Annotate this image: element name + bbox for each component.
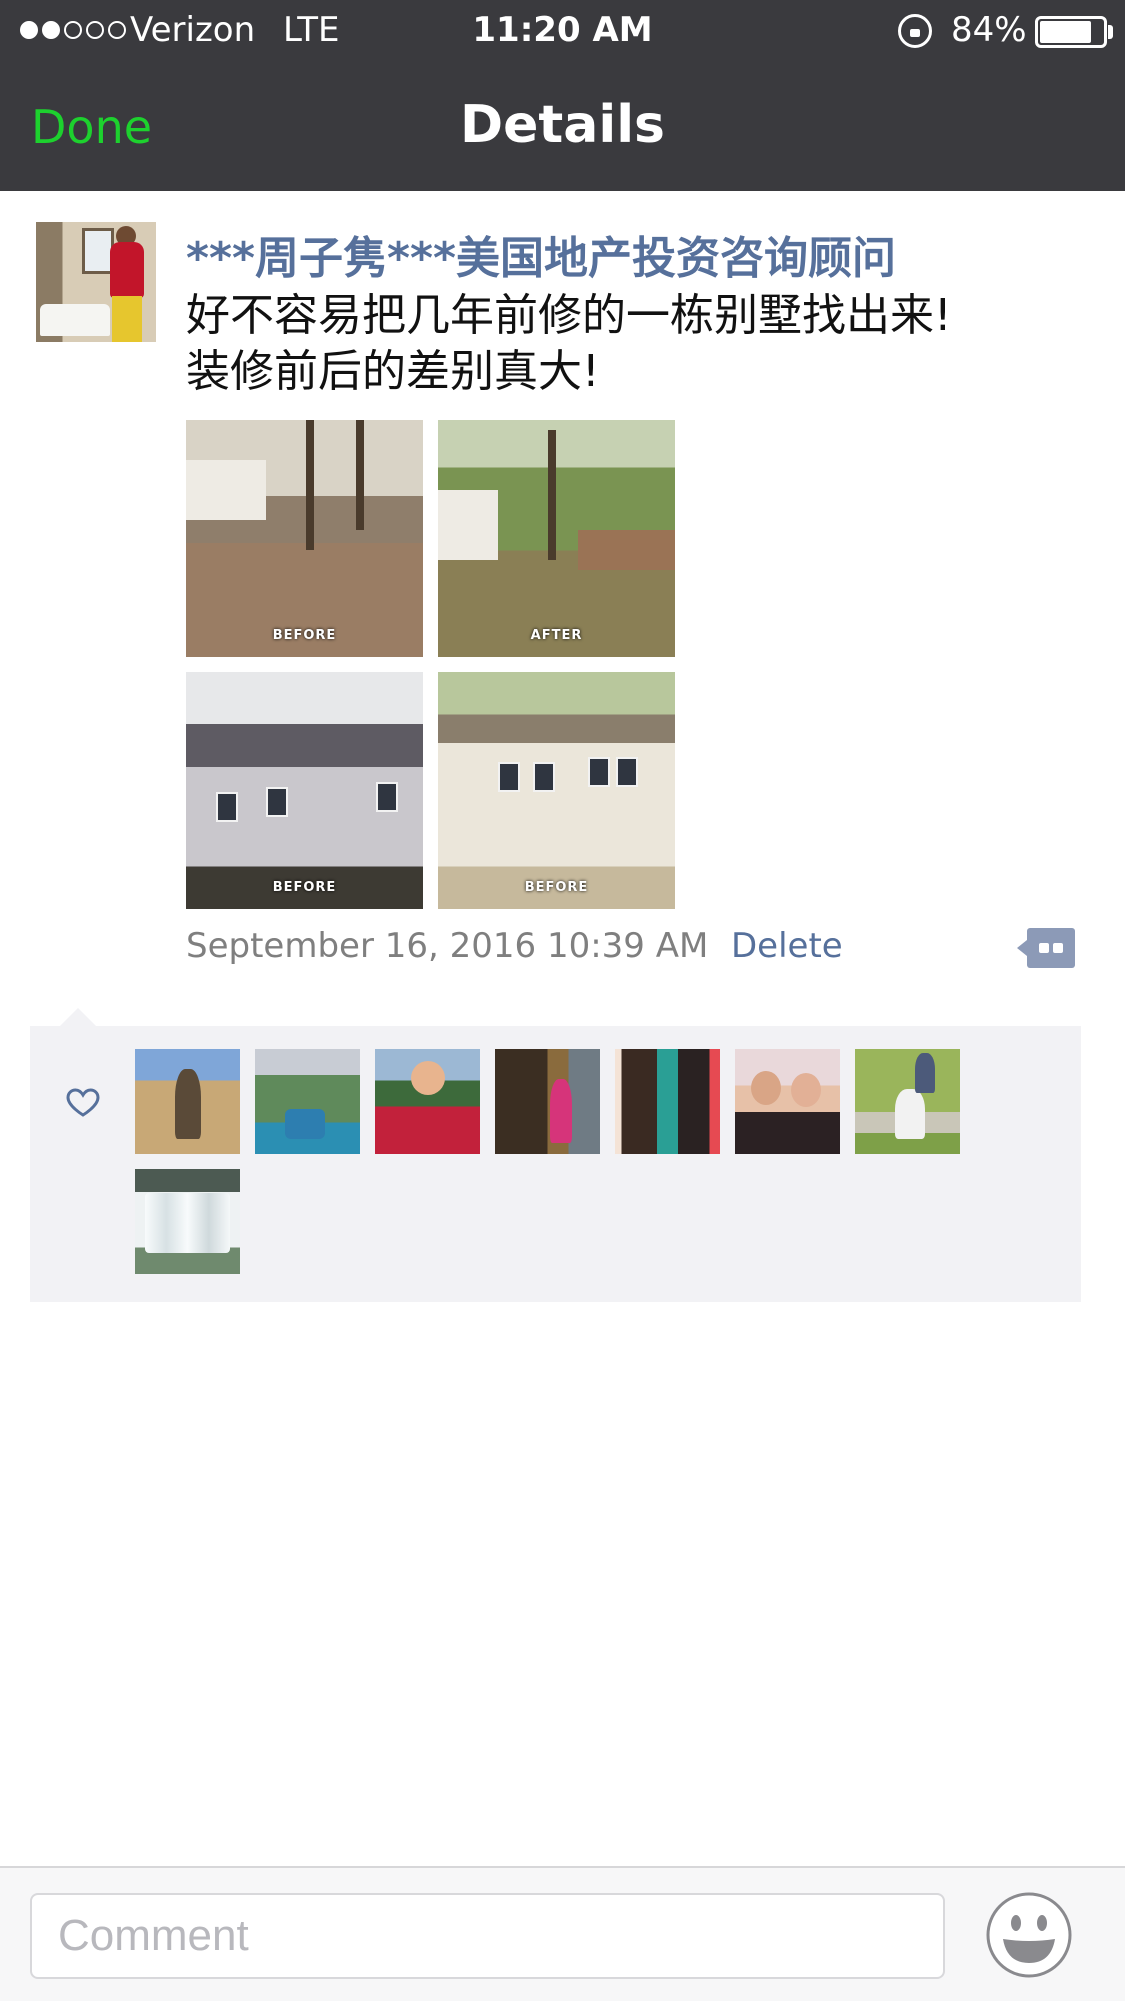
liker-figure <box>175 1069 201 1139</box>
photo-tree <box>548 430 556 560</box>
delete-button[interactable]: Delete <box>731 926 843 966</box>
avatar-person-shirt <box>110 242 144 298</box>
photo-window <box>216 792 238 822</box>
avatar-bathtub <box>40 304 110 336</box>
photo-tree <box>356 420 364 530</box>
photo-caption: BEFORE <box>524 880 589 895</box>
heart-icon <box>66 1088 100 1117</box>
liker-figure <box>751 1071 781 1105</box>
avatar-person-legs <box>112 296 142 342</box>
battery-percentage: 84% <box>951 10 1027 50</box>
post-text-line: 好不容易把几年前修的一栋别墅找出来! <box>186 290 952 341</box>
status-bar: Verizon LTE 11:20 AM 84% <box>0 0 1125 62</box>
battery-level <box>1040 21 1092 43</box>
author-avatar[interactable] <box>36 222 156 342</box>
battery-tip <box>1108 25 1113 39</box>
liker-avatar[interactable] <box>255 1049 360 1154</box>
photo-window <box>533 762 555 792</box>
post-text-line: 装修前后的差别真大! <box>186 346 600 397</box>
liker-figure <box>915 1053 935 1093</box>
photo-house <box>186 460 266 520</box>
post-photo[interactable]: AFTER <box>438 420 675 657</box>
liker-avatar[interactable] <box>135 1049 240 1154</box>
comment-menu-dot <box>1039 943 1049 953</box>
liker-avatar[interactable] <box>855 1049 960 1154</box>
photo-caption: AFTER <box>530 628 583 643</box>
photo-window <box>616 757 638 787</box>
post-photo[interactable]: BEFORE <box>438 672 675 909</box>
liker-avatar[interactable] <box>495 1049 600 1154</box>
photo-window <box>588 757 610 787</box>
post-photo[interactable]: BEFORE <box>186 420 423 657</box>
comment-menu-box <box>1027 928 1075 968</box>
liker-avatar[interactable] <box>135 1169 240 1274</box>
orientation-lock-icon <box>898 14 932 48</box>
post-photo[interactable]: BEFORE <box>186 672 423 909</box>
post-text: 好不容易把几年前修的一栋别墅找出来! 装修前后的差别真大! <box>186 288 952 400</box>
liker-figure <box>791 1073 821 1107</box>
photo-caption: BEFORE <box>272 628 337 643</box>
liker-figure <box>895 1089 925 1139</box>
comment-menu-icon[interactable] <box>1017 928 1075 968</box>
battery-icon <box>1035 16 1107 48</box>
comment-menu-dot <box>1053 943 1063 953</box>
liker-avatar[interactable] <box>615 1049 720 1154</box>
comment-input[interactable] <box>30 1893 945 1979</box>
liker-figure <box>411 1061 445 1095</box>
comment-menu-pointer <box>1017 940 1027 956</box>
liker-figure <box>145 1193 230 1253</box>
photo-house <box>438 490 498 560</box>
smiley-face-icon[interactable] <box>985 1891 1073 1979</box>
photo-caption: BEFORE <box>272 880 337 895</box>
liker-avatar[interactable] <box>375 1049 480 1154</box>
page-title: Details <box>460 95 665 155</box>
author-name[interactable]: ***周子隽***美国地产投资咨询顾问 <box>186 222 896 286</box>
post-timestamp: September 16, 2016 10:39 AM <box>186 926 709 966</box>
photo-window <box>376 782 398 812</box>
photo-window <box>266 787 288 817</box>
photo-fence <box>578 530 675 570</box>
photo-tree <box>306 420 314 550</box>
photo-window <box>498 762 520 792</box>
liker-figure <box>285 1109 325 1139</box>
liker-avatar[interactable] <box>735 1049 840 1154</box>
liker-figure <box>550 1079 572 1143</box>
likes-pointer <box>60 1008 96 1026</box>
